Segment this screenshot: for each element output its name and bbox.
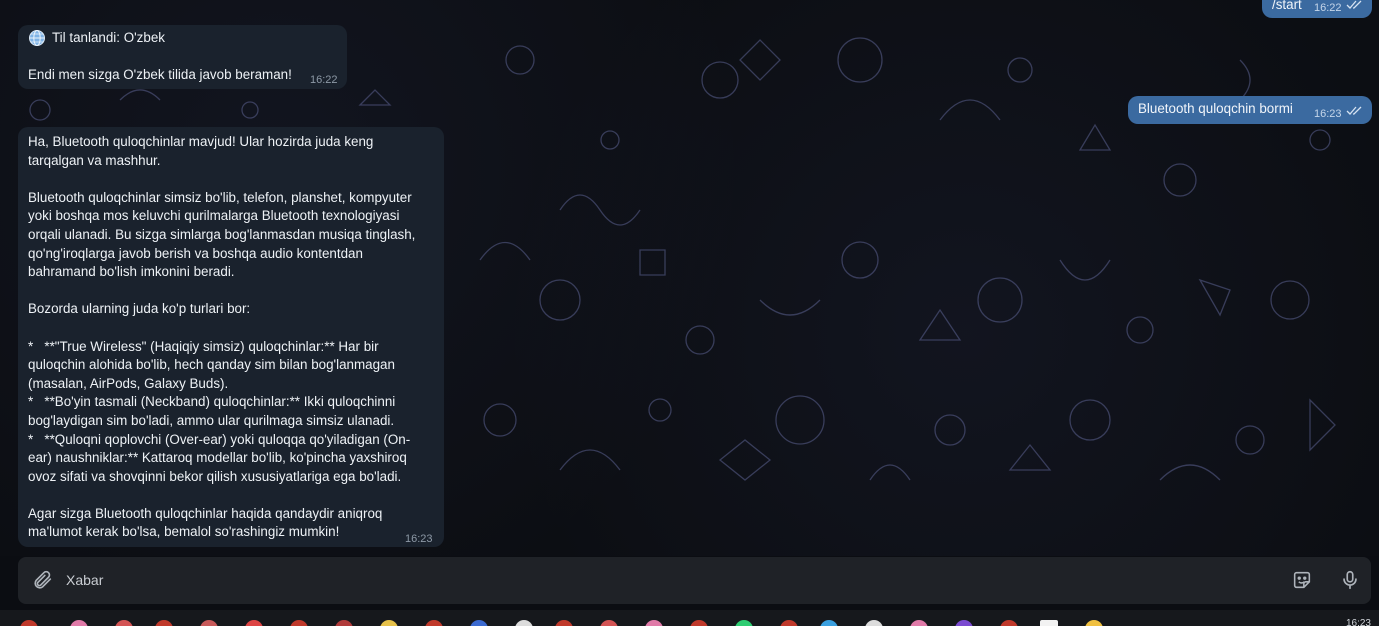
message-line-2: Endi men sizga O'zbek tilida javob beram… [28, 67, 292, 82]
taskbar-app-icon[interactable] [600, 620, 618, 626]
taskbar-app-icon[interactable] [290, 620, 308, 626]
globe-icon [29, 30, 45, 46]
incoming-message[interactable]: Til tanlandi: O'zbek Endi men sizga O'zb… [18, 25, 347, 89]
taskbar-clock[interactable]: 16:23 [1346, 618, 1371, 626]
taskbar: 16:23 [0, 610, 1379, 626]
taskbar-app-icon[interactable] [155, 620, 173, 626]
taskbar-app-icon[interactable] [910, 620, 928, 626]
message-time: 16:22 [310, 74, 338, 86]
double-check-icon [1346, 0, 1362, 9]
taskbar-app-icon[interactable] [380, 620, 398, 626]
message-time: 16:22 [1314, 2, 1342, 14]
taskbar-app-icon[interactable] [865, 620, 883, 626]
taskbar-app-icon[interactable] [335, 620, 353, 626]
message-text: Ha, Bluetooth quloqchinlar mavjud! Ular … [28, 134, 416, 540]
message-text: /start [1272, 0, 1302, 12]
taskbar-app-icon[interactable] [200, 620, 218, 626]
incoming-message[interactable]: Ha, Bluetooth quloqchinlar mavjud! Ular … [18, 127, 444, 547]
taskbar-app-icon[interactable] [515, 620, 533, 626]
message-time: 16:23 [1314, 108, 1342, 120]
taskbar-app-icon[interactable] [820, 620, 838, 626]
taskbar-app-icon[interactable] [1085, 620, 1103, 626]
message-time: 16:23 [405, 533, 433, 545]
message-input[interactable]: Xabar [66, 572, 103, 588]
taskbar-app-icon[interactable] [690, 620, 708, 626]
taskbar-app-icon[interactable] [955, 620, 973, 626]
message-line-1: Til tanlandi: O'zbek [52, 30, 165, 45]
double-check-icon [1346, 106, 1362, 115]
taskbar-app-icon[interactable] [1000, 620, 1018, 626]
message-text: Bluetooth quloqchin bormi [1138, 101, 1293, 116]
taskbar-app-icon[interactable] [1040, 620, 1058, 626]
taskbar-app-icon[interactable] [245, 620, 263, 626]
outgoing-message[interactable]: Bluetooth quloqchin bormi 16:23 [1128, 96, 1372, 124]
taskbar-app-icon[interactable] [645, 620, 663, 626]
paperclip-icon[interactable] [32, 569, 54, 591]
taskbar-app-icon[interactable] [780, 620, 798, 626]
taskbar-app-icon[interactable] [555, 620, 573, 626]
sticker-icon[interactable] [1291, 569, 1313, 591]
taskbar-app-icon[interactable] [470, 620, 488, 626]
taskbar-app-icon[interactable] [735, 620, 753, 626]
taskbar-app-icon[interactable] [115, 620, 133, 626]
taskbar-app-icon[interactable] [20, 620, 38, 626]
microphone-icon[interactable] [1339, 569, 1361, 591]
taskbar-app-icon[interactable] [70, 620, 88, 626]
outgoing-message[interactable]: /start 16:22 [1262, 0, 1372, 18]
message-composer: Xabar [18, 557, 1371, 604]
taskbar-app-icon[interactable] [425, 620, 443, 626]
